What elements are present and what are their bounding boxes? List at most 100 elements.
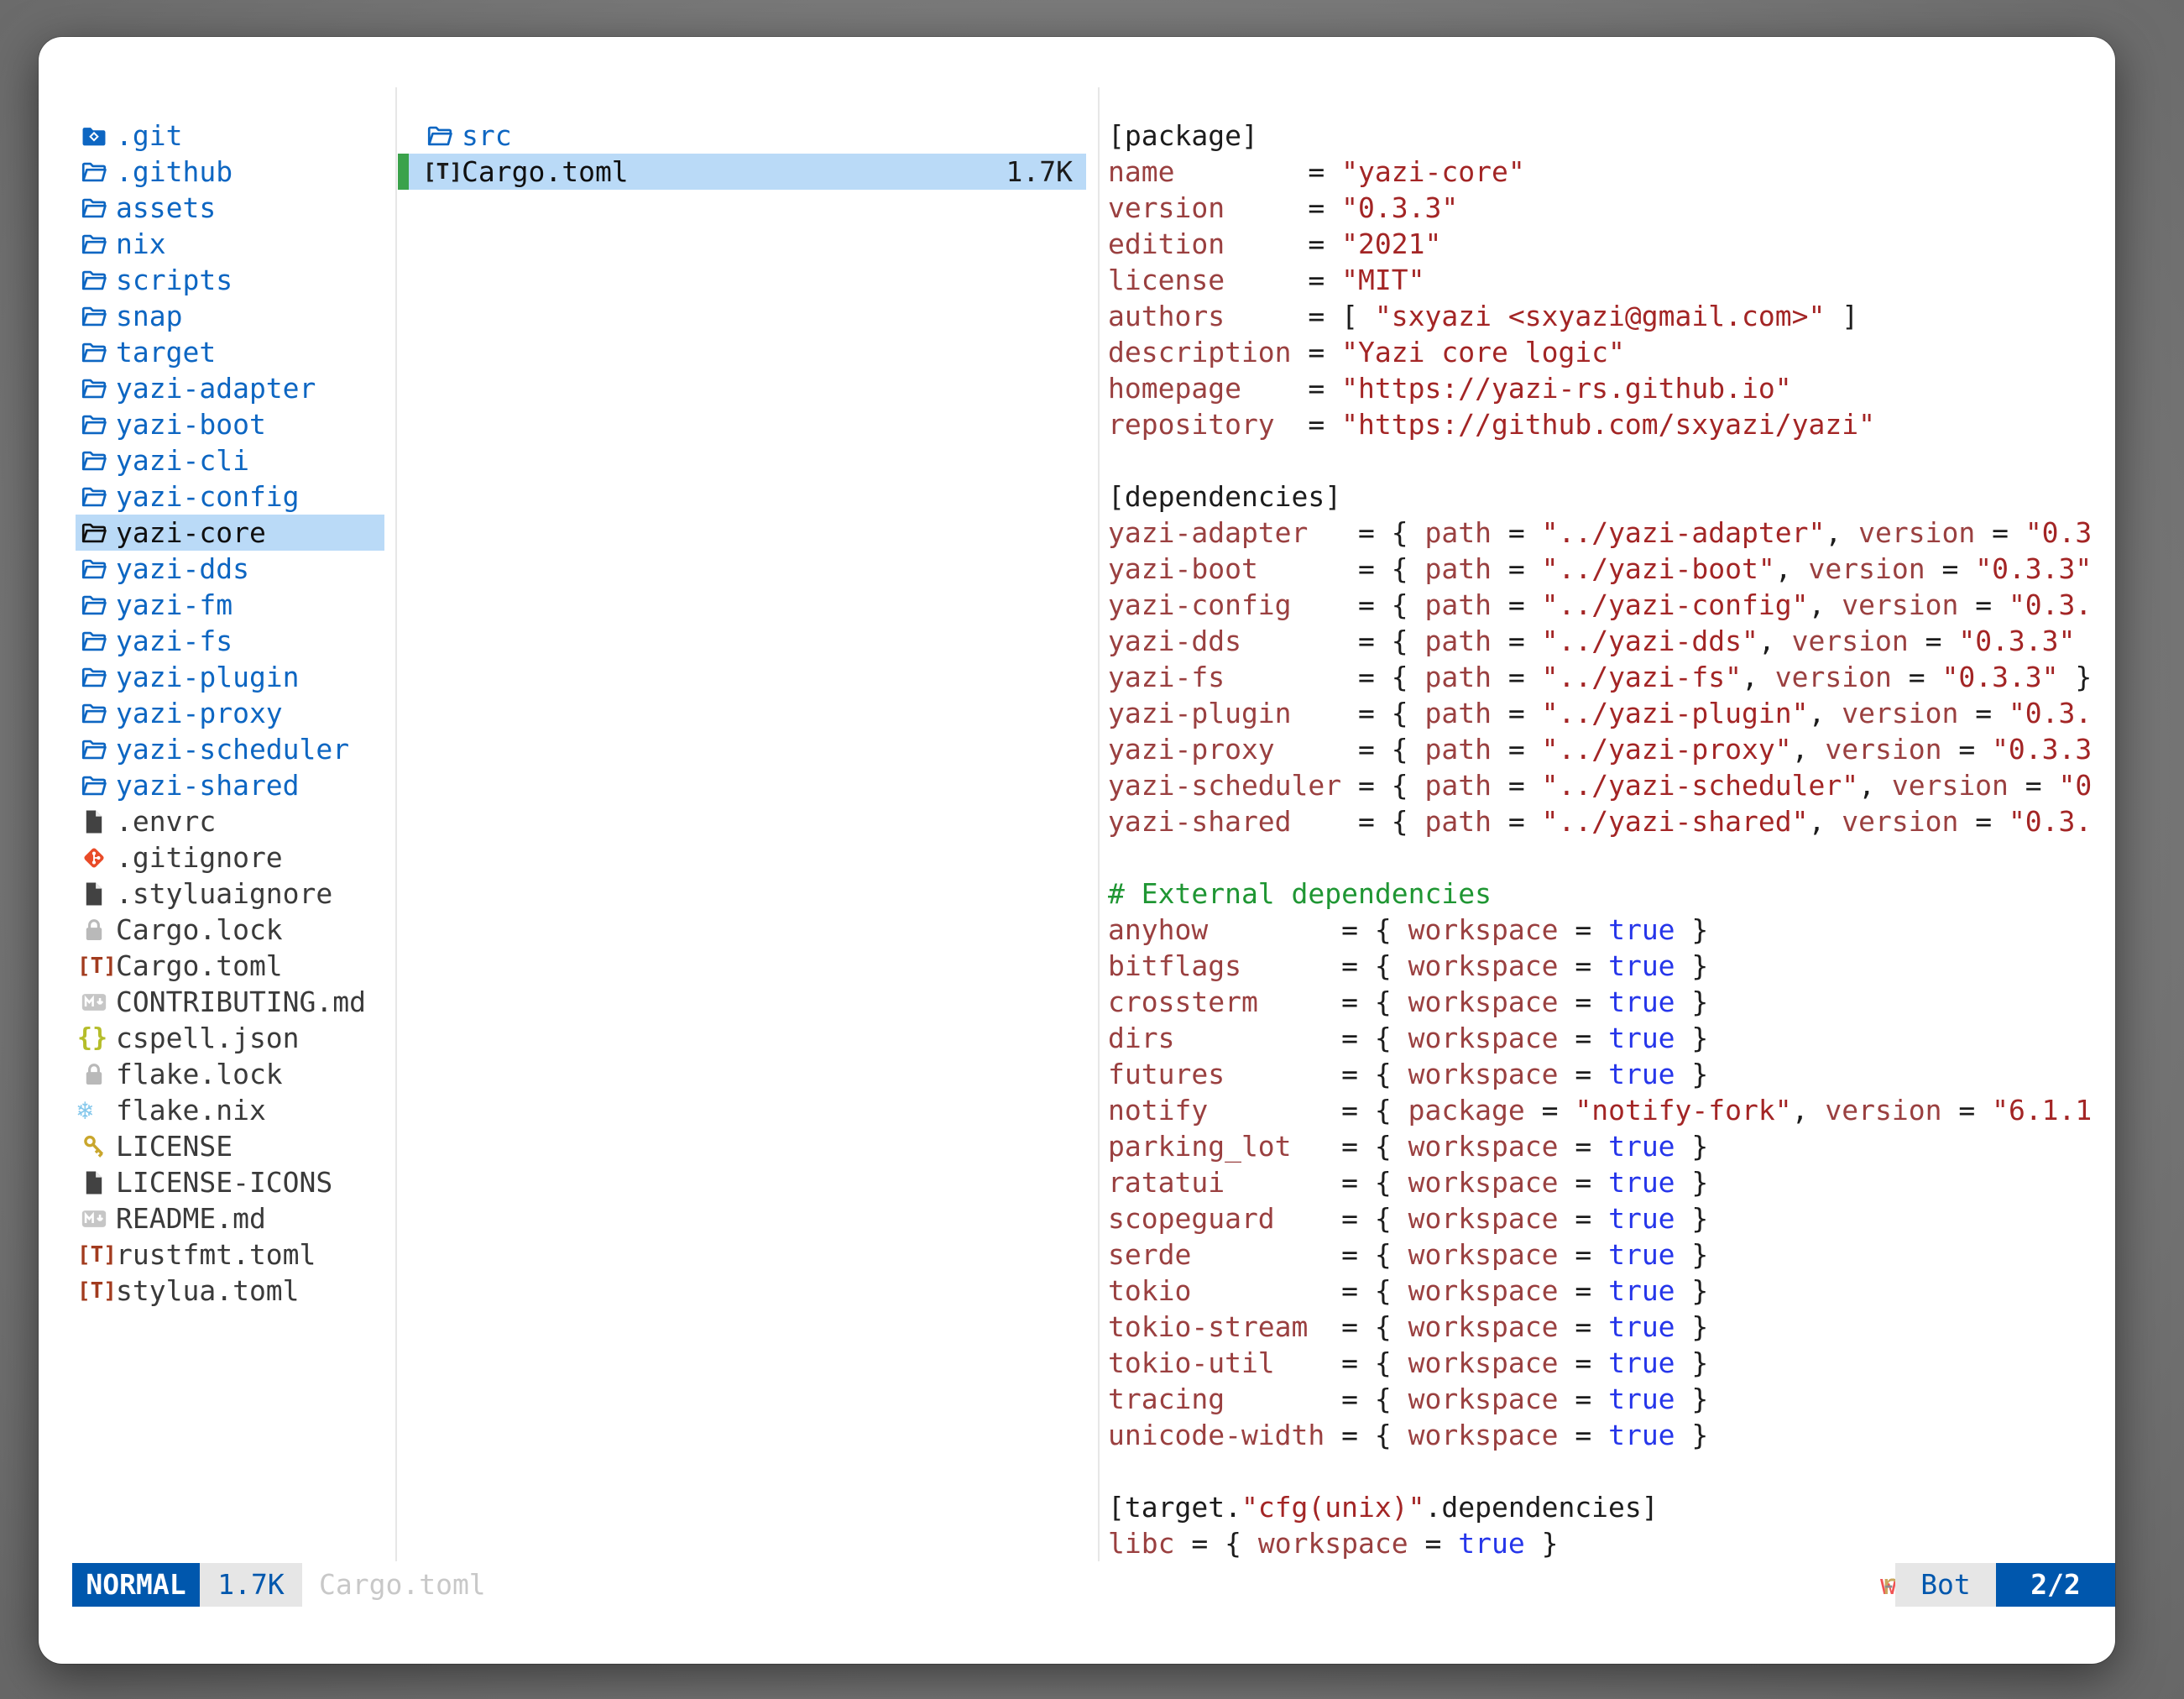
folder-open-icon xyxy=(77,158,111,186)
preview-line: yazi-shared = { path = "../yazi-shared",… xyxy=(1108,803,2115,839)
preview-line: tokio-stream = { workspace = true } xyxy=(1108,1309,2115,1345)
folder-open-icon xyxy=(77,663,111,692)
item-label: rustfmt.toml xyxy=(116,1238,316,1271)
file-item-flake.nix[interactable]: ❄flake.nix xyxy=(76,1092,384,1128)
file-item-cspell.json[interactable]: {}cspell.json xyxy=(76,1020,384,1056)
file-item-LICENSE[interactable]: LICENSE xyxy=(76,1128,384,1164)
toml-icon: [T] xyxy=(77,1242,111,1268)
folder-open-icon xyxy=(77,735,111,764)
file-item-.styluaignore[interactable]: .styluaignore xyxy=(76,876,384,912)
item-label: yazi-core xyxy=(116,516,266,549)
item-label: yazi-boot xyxy=(116,408,266,441)
folder-item-yazi-config[interactable]: yazi-config xyxy=(76,478,384,515)
item-label: .styluaignore xyxy=(116,877,332,910)
file-item-.gitignore[interactable]: .gitignore xyxy=(76,839,384,876)
preview-line: yazi-plugin = { path = "../yazi-plugin",… xyxy=(1108,695,2115,731)
item-label: snap xyxy=(116,300,182,332)
folder-item-yazi-shared[interactable]: yazi-shared xyxy=(76,767,384,803)
item-label: yazi-fs xyxy=(116,625,233,657)
preview-line: [package] xyxy=(1108,118,2115,154)
preview-line: bitflags = { workspace = true } xyxy=(1108,948,2115,984)
preview-line: yazi-adapter = { path = "../yazi-adapter… xyxy=(1108,515,2115,551)
item-size: 1.7K xyxy=(1006,155,1086,188)
scroll-position-badge: Bot xyxy=(1895,1563,1996,1607)
folder-open-icon xyxy=(77,591,111,619)
file-item-CONTRIBUTING.md[interactable]: CONTRIBUTING.md xyxy=(76,984,384,1020)
json-icon: {} xyxy=(77,1023,111,1053)
folder-open-icon xyxy=(423,122,457,150)
preview-line: [dependencies] xyxy=(1108,478,2115,515)
folder-open-icon xyxy=(77,483,111,511)
folder-open-icon xyxy=(77,266,111,295)
lock-icon xyxy=(77,1060,111,1089)
folder-item-yazi-boot[interactable]: yazi-boot xyxy=(76,406,384,442)
item-label: Cargo.toml xyxy=(116,949,283,982)
preview-line: libc = { workspace = true } xyxy=(1108,1525,2115,1561)
file-item-flake.lock[interactable]: flake.lock xyxy=(76,1056,384,1092)
folder-open-icon xyxy=(77,338,111,367)
folder-item-yazi-fm[interactable]: yazi-fm xyxy=(76,587,384,623)
status-bar: NORMAL 1.7K Cargo.toml -rw-r--r-- Bot 2/… xyxy=(39,1563,2115,1607)
file-item-rustfmt.toml[interactable]: [T]rustfmt.toml xyxy=(76,1236,384,1273)
folder-item-yazi-adapter[interactable]: yazi-adapter xyxy=(76,370,384,406)
item-label: yazi-scheduler xyxy=(116,733,349,766)
lock-icon xyxy=(77,916,111,944)
item-label: yazi-proxy xyxy=(116,697,283,729)
folder-item-.git[interactable]: .git xyxy=(76,118,384,154)
file-item-Cargo.toml[interactable]: [T]Cargo.toml 1.7K xyxy=(398,154,1086,190)
folder-item-yazi-fs[interactable]: yazi-fs xyxy=(76,623,384,659)
folder-item-yazi-proxy[interactable]: yazi-proxy xyxy=(76,695,384,731)
file-size-badge: 1.7K xyxy=(200,1563,302,1607)
preview-line: version = "0.3.3" xyxy=(1108,190,2115,226)
file-item-LICENSE-ICONS[interactable]: LICENSE-ICONS xyxy=(76,1164,384,1200)
preview-line xyxy=(1108,442,2115,478)
preview-line: tokio-util = { workspace = true } xyxy=(1108,1345,2115,1381)
folder-item-yazi-core[interactable]: yazi-core xyxy=(76,515,384,551)
folder-item-yazi-scheduler[interactable]: yazi-scheduler xyxy=(76,731,384,767)
folder-item-src[interactable]: src xyxy=(398,118,1086,154)
item-label: stylua.toml xyxy=(116,1274,300,1307)
preview-line: tracing = { workspace = true } xyxy=(1108,1381,2115,1417)
folder-open-icon xyxy=(77,519,111,547)
item-label: flake.nix xyxy=(116,1094,266,1127)
toml-icon: [T] xyxy=(423,159,457,185)
current-directory-pane: src[T]Cargo.toml 1.7K xyxy=(398,118,1086,190)
item-label: scripts xyxy=(116,264,233,296)
folder-item-yazi-dds[interactable]: yazi-dds xyxy=(76,551,384,587)
item-label: Cargo.toml xyxy=(462,155,629,188)
folder-open-icon xyxy=(77,447,111,475)
git-folder-icon xyxy=(77,122,111,150)
folder-open-icon xyxy=(77,699,111,728)
preview-line: notify = { package = "notify-fork", vers… xyxy=(1108,1092,2115,1128)
preview-line: parking_lot = { workspace = true } xyxy=(1108,1128,2115,1164)
preview-line: dirs = { workspace = true } xyxy=(1108,1020,2115,1056)
folder-item-nix[interactable]: nix xyxy=(76,226,384,262)
item-label: yazi-adapter xyxy=(116,372,316,405)
folder-item-snap[interactable]: snap xyxy=(76,298,384,334)
file-item-Cargo.toml[interactable]: [T]Cargo.toml xyxy=(76,948,384,984)
file-item-README.md[interactable]: README.md xyxy=(76,1200,384,1236)
preview-line: edition = "2021" xyxy=(1108,226,2115,262)
item-label: target xyxy=(116,336,216,369)
folder-item-assets[interactable]: assets xyxy=(76,190,384,226)
preview-line: license = "MIT" xyxy=(1108,262,2115,298)
item-label: .git xyxy=(116,119,182,152)
pane-separator xyxy=(395,87,397,1561)
file-item-Cargo.lock[interactable]: Cargo.lock xyxy=(76,912,384,948)
file-item-.envrc[interactable]: .envrc xyxy=(76,803,384,839)
folder-item-yazi-plugin[interactable]: yazi-plugin xyxy=(76,659,384,695)
folder-item-scripts[interactable]: scripts xyxy=(76,262,384,298)
file-icon xyxy=(77,880,111,908)
folder-open-icon xyxy=(77,627,111,656)
folder-item-yazi-cli[interactable]: yazi-cli xyxy=(76,442,384,478)
item-label: assets xyxy=(116,191,216,224)
preview-line: yazi-fs = { path = "../yazi-fs", version… xyxy=(1108,659,2115,695)
folder-item-.github[interactable]: .github xyxy=(76,154,384,190)
item-label: src xyxy=(462,119,512,152)
folder-item-target[interactable]: target xyxy=(76,334,384,370)
preview-line xyxy=(1108,1453,2115,1489)
file-item-stylua.toml[interactable]: [T]stylua.toml xyxy=(76,1273,384,1309)
preview-line: serde = { workspace = true } xyxy=(1108,1236,2115,1273)
item-label: cspell.json xyxy=(116,1022,300,1054)
preview-line: tokio = { workspace = true } xyxy=(1108,1273,2115,1309)
